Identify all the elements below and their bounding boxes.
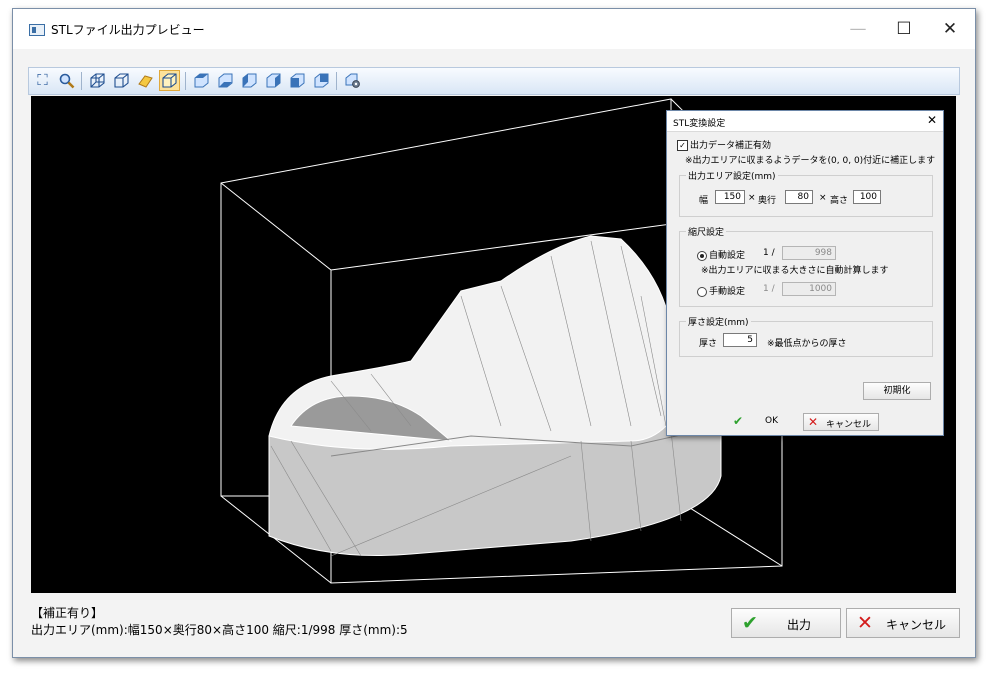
radio-selected-icon — [697, 250, 707, 261]
reset-button[interactable]: 初期化 — [863, 382, 931, 400]
dialog-title-bar: STL変換設定 ✕ — [667, 111, 943, 132]
status-text: 【補正有り】 出力エリア(mm):幅150×奥行80×高さ100 縮尺:1/99… — [31, 605, 408, 639]
toolbar-separator — [336, 72, 337, 90]
dialog-cancel-button[interactable]: ✕ キャンセル — [803, 413, 879, 431]
check-icon: ✔ — [742, 612, 758, 634]
scale-manual-input[interactable]: 1000 — [782, 282, 836, 296]
window-title: STLファイル出力プレビュー — [51, 23, 205, 37]
maximize-button[interactable]: ☐ — [881, 15, 927, 43]
thickness-label: 厚さ — [699, 339, 718, 349]
radio-unselected-icon — [697, 286, 707, 297]
scale-legend: 縮尺設定 — [688, 228, 725, 238]
width-label: 幅 — [699, 196, 709, 206]
thickness-note: ※最低点からの厚さ — [767, 339, 847, 349]
scale-auto-radio[interactable]: 自動設定 — [697, 248, 745, 261]
dialog-ok-button[interactable]: ✔ OK — [729, 413, 797, 431]
dialog-close-button[interactable]: ✕ — [927, 113, 937, 127]
toolbar-separator — [185, 72, 186, 90]
scale-auto-value: 998 — [782, 246, 836, 260]
view-top-icon[interactable] — [191, 70, 212, 91]
fit-view-icon[interactable]: ⛶ — [32, 70, 53, 91]
output-area-legend: 出力エリア設定(mm) — [688, 172, 776, 182]
cross-icon: ✕ — [857, 612, 873, 634]
shaded-icon[interactable] — [135, 70, 156, 91]
cancel-button[interactable]: ✕ キャンセル — [846, 608, 960, 638]
zoom-icon[interactable] — [56, 70, 77, 91]
close-button[interactable]: ✕ — [927, 15, 973, 43]
box-view-icon[interactable] — [159, 70, 180, 91]
wireframe-front-icon[interactable] — [111, 70, 132, 91]
wireframe-iso-icon[interactable] — [87, 70, 108, 91]
app-icon — [29, 24, 45, 36]
cross-icon: ✕ — [808, 415, 819, 429]
stl-settings-dialog: STL変換設定 ✕ ✓ 出力データ補正有効 ※出力エリアに収まるようデータを(0,… — [666, 110, 944, 436]
view-front-icon[interactable] — [287, 70, 308, 91]
view-left-icon[interactable] — [239, 70, 260, 91]
view-right-icon[interactable] — [263, 70, 284, 91]
toolbar: ⛶ — [28, 67, 960, 95]
view-bottom-icon[interactable] — [215, 70, 236, 91]
check-icon: ✔ — [733, 414, 744, 428]
minimize-button[interactable]: — — [835, 15, 881, 43]
thickness-legend: 厚さ設定(mm) — [688, 318, 749, 328]
height-input[interactable]: 100 — [853, 190, 881, 204]
view-back-icon[interactable] — [311, 70, 332, 91]
scale-manual-prefix: 1 / — [763, 284, 775, 294]
title-bar: STLファイル出力プレビュー — ☐ ✕ — [13, 9, 975, 49]
times-sign: × — [748, 193, 756, 203]
scale-manual-radio[interactable]: 手動設定 — [697, 284, 745, 297]
correction-checkbox[interactable]: ✓ 出力データ補正有効 — [677, 138, 771, 151]
scale-auto-prefix: 1 / — [763, 248, 775, 258]
correction-note: ※出力エリアに収まるようデータを(0, 0, 0)付近に補正します — [685, 156, 936, 166]
times-sign: × — [819, 193, 827, 203]
thickness-input[interactable]: 5 — [723, 333, 757, 347]
output-button[interactable]: ✔ 出力 — [731, 608, 841, 638]
settings-icon[interactable] — [342, 70, 363, 91]
preview-window: STLファイル出力プレビュー — ☐ ✕ ⛶ 【補正有り】 出力エリア(mm):… — [12, 8, 976, 658]
depth-input[interactable]: 80 — [785, 190, 813, 204]
checkbox-checked-icon: ✓ — [677, 140, 688, 151]
status-correction: 【補正有り】 — [31, 606, 104, 620]
scale-auto-note: ※出力エリアに収まる大きさに自動計算します — [701, 266, 889, 276]
depth-label: 奥行 — [758, 196, 777, 206]
width-input[interactable]: 150 — [715, 190, 745, 204]
status-summary: 出力エリア(mm):幅150×奥行80×高さ100 縮尺:1/998 厚さ(mm… — [31, 623, 408, 637]
toolbar-separator — [81, 72, 82, 90]
height-label: 高さ — [830, 196, 849, 206]
dialog-title: STL変換設定 — [673, 119, 726, 129]
